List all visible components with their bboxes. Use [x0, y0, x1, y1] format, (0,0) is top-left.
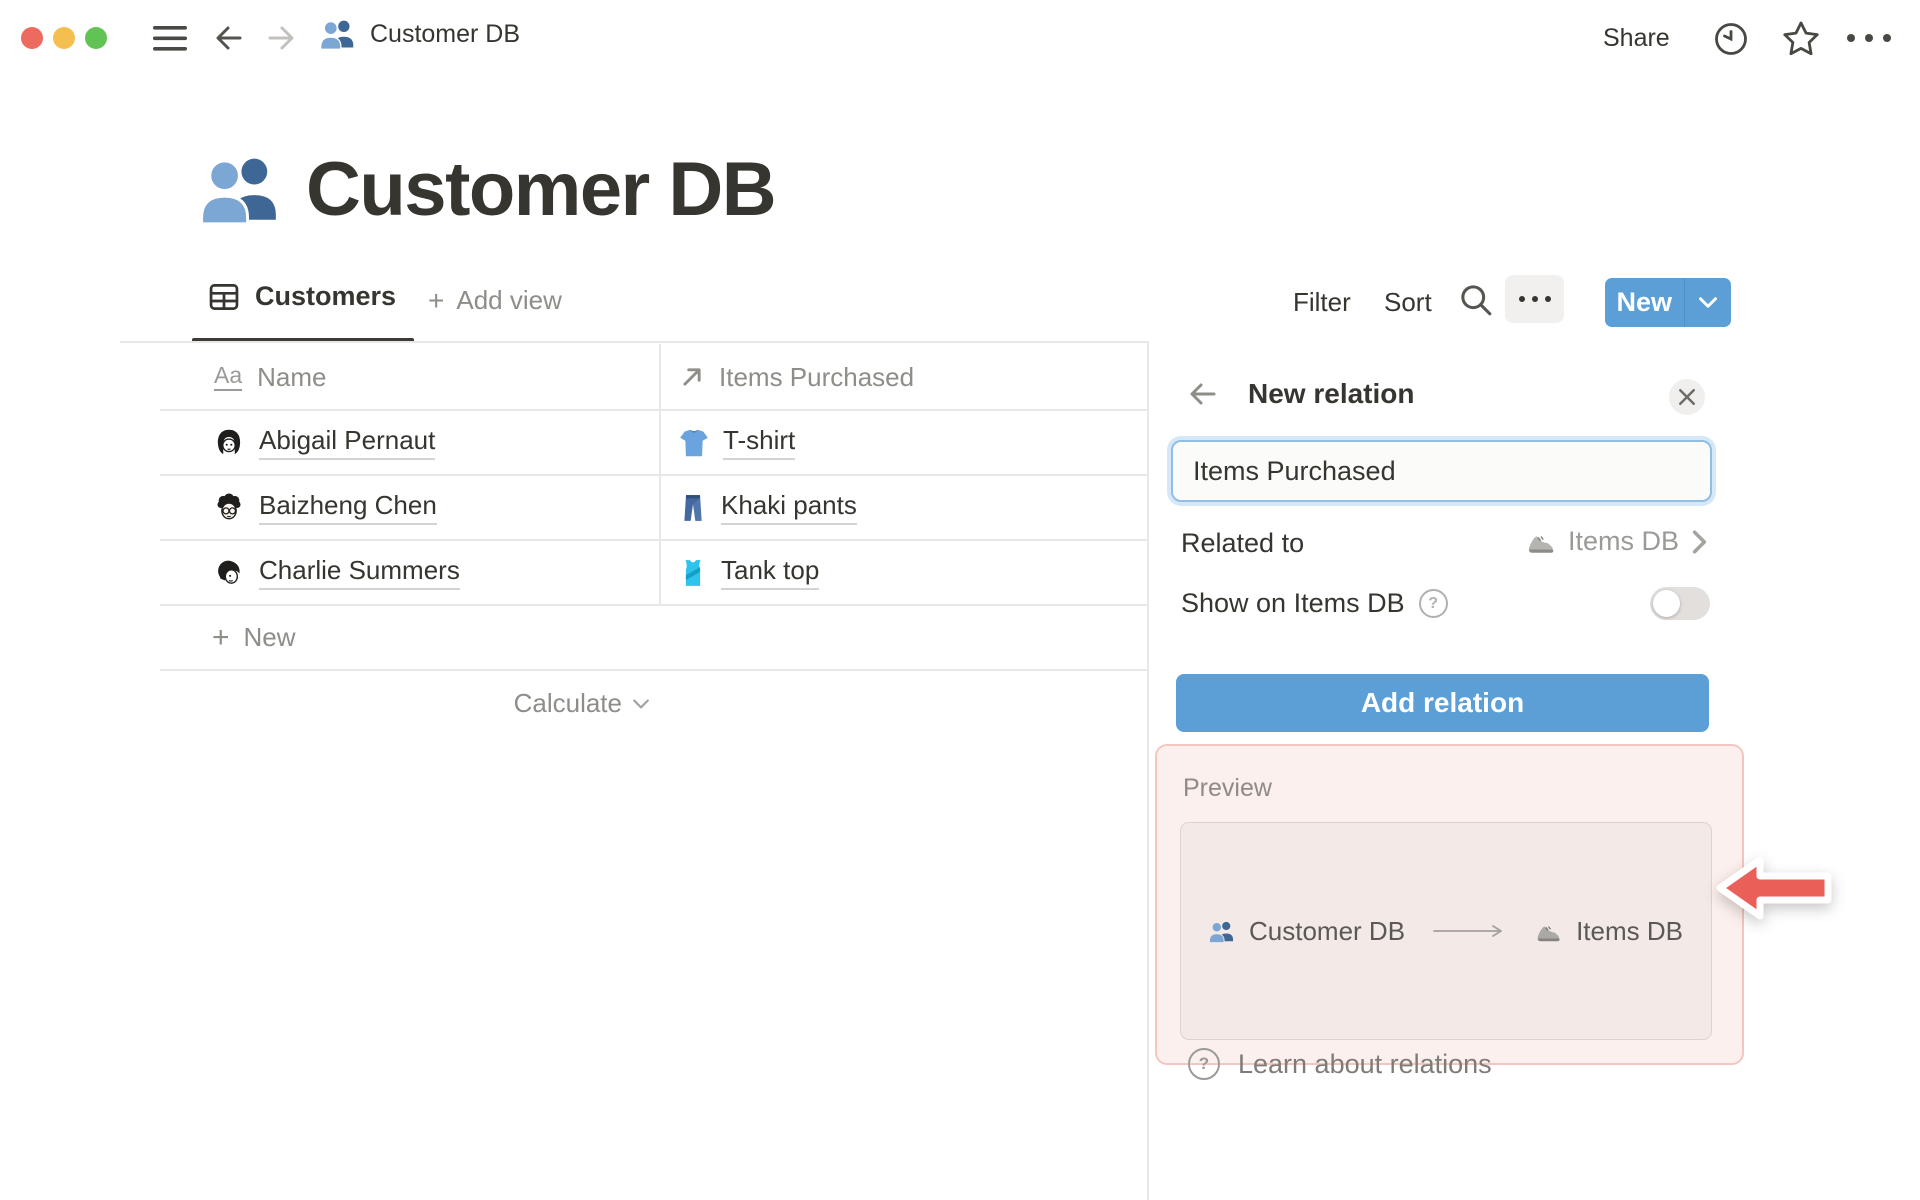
forward-arrow-icon[interactable]: [264, 22, 298, 54]
tab-customers[interactable]: Customers: [209, 281, 396, 312]
panel-title: New relation: [1248, 378, 1415, 409]
panel-header: New relation: [1186, 378, 1414, 410]
toolbar-divider: [120, 341, 1147, 343]
preview-label: Preview: [1183, 774, 1272, 802]
learn-about-relations-link[interactable]: ? Learn about relations: [1188, 1048, 1492, 1080]
chevron-down-icon: [1699, 297, 1717, 308]
more-options-icon[interactable]: [1845, 32, 1893, 44]
show-on-toggle[interactable]: [1650, 587, 1710, 620]
page-title: Customer DB: [306, 146, 777, 232]
calculate-button[interactable]: Calculate: [360, 688, 650, 719]
preview-highlight-section: Preview Customer DB Items DB: [1155, 744, 1744, 1065]
column-header-items[interactable]: Items Purchased: [679, 344, 914, 410]
panel-close-button[interactable]: [1669, 379, 1705, 415]
row-item-link[interactable]: Khaki pants: [721, 490, 857, 525]
preview-target-label: Items DB: [1576, 915, 1683, 946]
chevron-down-icon: [633, 699, 649, 708]
related-to-label: Related to: [1181, 528, 1305, 558]
relation-name-input[interactable]: [1171, 440, 1712, 502]
column-header-name-label: Name: [257, 361, 327, 392]
tank-top-icon: [685, 559, 701, 586]
close-icon: [1679, 389, 1695, 405]
people-icon: [320, 20, 354, 50]
add-view-label: Add view: [456, 285, 562, 315]
back-arrow-icon[interactable]: [212, 22, 246, 54]
related-to-value: Items DB: [1567, 526, 1679, 556]
row-name-link[interactable]: Baizheng Chen: [259, 490, 437, 525]
breadcrumb-title: Customer DB: [370, 19, 521, 48]
add-relation-button[interactable]: Add relation: [1176, 674, 1709, 732]
favorite-star-icon[interactable]: [1780, 18, 1822, 60]
chevron-right-icon: [1692, 529, 1707, 554]
updates-clock-icon[interactable]: [1712, 20, 1750, 58]
sneaker-icon: [1537, 925, 1560, 941]
sidebar-menu-icon[interactable]: [152, 25, 188, 52]
show-on-row: Show on Items DB ?: [1181, 588, 1448, 619]
annotation-arrow-icon: [1716, 856, 1832, 920]
relation-preview-card: Customer DB Items DB: [1180, 822, 1712, 1040]
preview-source-label: Customer DB: [1249, 915, 1406, 946]
traffic-minimize-button[interactable]: [53, 27, 75, 49]
calculate-label: Calculate: [513, 688, 622, 718]
table-row: Baizheng Chen Khaki pants: [160, 475, 1147, 540]
table-row: Charlie Summers Tank top: [160, 540, 1147, 605]
add-view-button[interactable]: + Add view: [428, 285, 562, 316]
row-name-link[interactable]: Charlie Summers: [259, 555, 460, 590]
row-item-link[interactable]: Tank top: [721, 555, 820, 590]
sort-button[interactable]: Sort: [1384, 287, 1432, 318]
add-relation-label: Add relation: [1360, 687, 1525, 718]
avatar: [218, 560, 240, 584]
toggle-knob: [1653, 590, 1680, 617]
column-divider[interactable]: [659, 344, 661, 605]
new-record-dropdown-button[interactable]: [1685, 278, 1731, 327]
new-row-label: New: [243, 622, 296, 652]
panel-divider: [1147, 341, 1149, 1200]
table-new-row-button[interactable]: + New: [160, 605, 1147, 670]
pants-icon: [684, 494, 702, 521]
traffic-zoom-button[interactable]: [85, 27, 107, 49]
app-window: Customer DB Share Customer DB Customers: [0, 0, 1920, 1200]
column-header-items-label: Items Purchased: [719, 361, 915, 392]
people-icon: [200, 158, 276, 225]
help-icon[interactable]: ?: [1418, 589, 1448, 618]
plus-icon: +: [428, 284, 445, 316]
row-item-link[interactable]: T-shirt: [723, 425, 796, 460]
panel-back-icon[interactable]: [1186, 379, 1220, 409]
tab-customers-label: Customers: [255, 281, 397, 311]
new-record-split-button: New: [1605, 278, 1731, 327]
people-icon: [1209, 921, 1234, 943]
avatar: [217, 429, 241, 454]
sneaker-icon: [1528, 535, 1554, 553]
text-property-icon: Aa: [214, 363, 243, 391]
relation-arrow-icon: [683, 368, 701, 386]
show-on-label: Show on Items DB: [1181, 588, 1405, 618]
learn-label: Learn about relations: [1238, 1048, 1492, 1079]
help-icon: ?: [1188, 1048, 1220, 1080]
table-row: Abigail Pernaut T-shirt: [160, 410, 1147, 475]
plus-icon: +: [212, 620, 230, 654]
table-view-icon: [209, 283, 239, 310]
tshirt-icon: [680, 429, 708, 456]
traffic-close-button[interactable]: [21, 27, 43, 49]
new-record-button[interactable]: New: [1605, 278, 1684, 327]
dots-icon: [1518, 296, 1525, 302]
related-to-selector[interactable]: Items DB: [1440, 526, 1708, 557]
column-header-name[interactable]: Aa Name: [214, 344, 327, 410]
share-button[interactable]: Share: [1603, 24, 1670, 53]
view-options-button[interactable]: [1505, 275, 1564, 323]
table-bottom-divider: [160, 669, 1147, 671]
long-arrow-icon: [1433, 925, 1502, 937]
avatar: [217, 492, 241, 519]
table-header-row: Aa Name Items Purchased: [160, 344, 1147, 410]
filter-button[interactable]: Filter: [1293, 287, 1351, 318]
breadcrumb[interactable]: Customer DB: [320, 18, 520, 50]
page-header: Customer DB: [200, 144, 777, 234]
row-name-link[interactable]: Abigail Pernaut: [259, 425, 436, 460]
search-icon[interactable]: [1458, 282, 1494, 318]
